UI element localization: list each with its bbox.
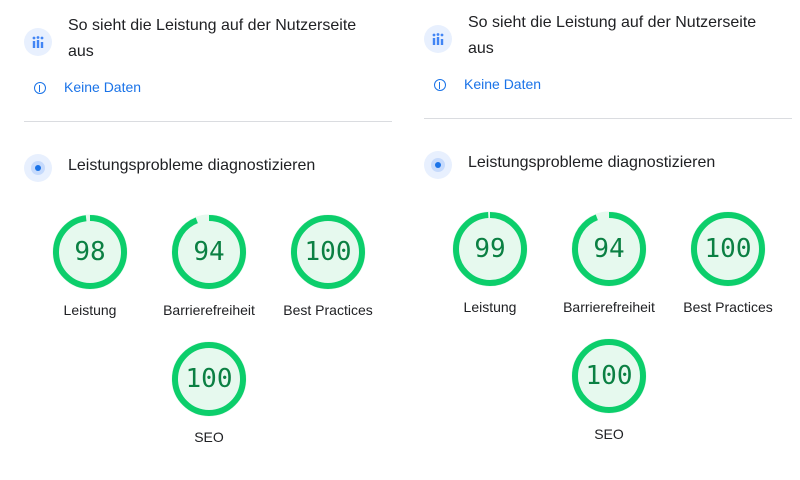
gauge-label: Barrierefreiheit bbox=[163, 302, 255, 318]
field-data-title: So sieht die Leistung auf der Nutzerseit… bbox=[68, 17, 357, 60]
gauge-score: 98 bbox=[74, 237, 106, 267]
info-icon bbox=[434, 79, 446, 91]
section-divider bbox=[24, 121, 392, 122]
no-data-text: Keine Daten bbox=[64, 79, 142, 95]
field-data-icon bbox=[24, 28, 52, 56]
gauge-score: 94 bbox=[593, 234, 625, 264]
field-data-icon bbox=[424, 25, 452, 53]
gauge-leistung[interactable]: 99 Leistung bbox=[430, 209, 550, 315]
diagnose-icon bbox=[424, 151, 452, 179]
gauge-label: Best Practices bbox=[283, 302, 373, 318]
gauge-barrierefreiheit[interactable]: 94 Barrierefreiheit bbox=[549, 209, 669, 315]
gauge-label: Barrierefreiheit bbox=[563, 299, 655, 315]
gauge-seo[interactable]: 100 SEO bbox=[149, 339, 269, 445]
gauge-barrierefreiheit[interactable]: 94 Barrierefreiheit bbox=[149, 212, 269, 318]
gauge-score: 100 bbox=[704, 234, 752, 264]
gauge-score: 94 bbox=[193, 237, 225, 267]
info-icon bbox=[34, 82, 46, 94]
gauge-seo[interactable]: 100 SEO bbox=[549, 336, 669, 442]
gauge-score: 100 bbox=[585, 361, 633, 391]
gauge-best-practices[interactable]: 100 Best Practices bbox=[668, 209, 788, 315]
diagnose-icon bbox=[24, 154, 52, 182]
diagnose-title: Leistungsprobleme diagnostizieren bbox=[68, 157, 316, 174]
gauge-label: Leistung bbox=[63, 302, 117, 318]
no-data-text: Keine Daten bbox=[464, 76, 542, 92]
gauge-label: Leistung bbox=[463, 299, 517, 315]
gauge-best-practices[interactable]: 100 Best Practices bbox=[268, 212, 388, 318]
field-data-header: So sieht die Leistung auf der Nutzerseit… bbox=[424, 9, 784, 65]
section-divider bbox=[424, 118, 792, 119]
gauge-leistung[interactable]: 98 Leistung bbox=[30, 212, 150, 318]
report-panel-left: So sieht die Leistung auf der Nutzerseit… bbox=[0, 0, 392, 480]
gauge-label: SEO bbox=[194, 429, 224, 445]
gauge-score: 100 bbox=[304, 237, 352, 267]
gauge-score: 99 bbox=[474, 234, 506, 264]
gauge-score: 100 bbox=[185, 364, 233, 394]
gauge-label: SEO bbox=[594, 426, 624, 442]
report-panel-right: So sieht die Leistung auf der Nutzerseit… bbox=[400, 0, 792, 477]
gauge-label: Best Practices bbox=[683, 299, 773, 315]
field-data-header: So sieht die Leistung auf der Nutzerseit… bbox=[24, 12, 384, 68]
field-data-title: So sieht die Leistung auf der Nutzerseit… bbox=[468, 14, 757, 57]
diagnose-title: Leistungsprobleme diagnostizieren bbox=[468, 154, 716, 171]
